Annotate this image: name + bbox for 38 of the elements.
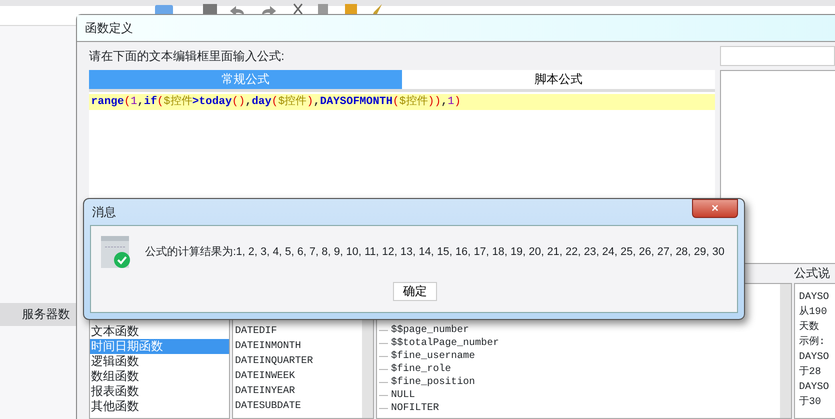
function-item[interactable]: DATEINYEAR — [233, 384, 362, 399]
variable-item[interactable]: $fine_username — [377, 350, 780, 363]
variable-item[interactable]: $$page_number — [377, 324, 780, 337]
function-item[interactable]: DATEINMONTH — [233, 339, 362, 354]
redo-icon[interactable] — [262, 6, 276, 16]
help-text: 从190 — [799, 305, 828, 320]
help-text: DAYSO — [799, 381, 830, 395]
input-field[interactable] — [720, 46, 835, 66]
help-text: DAYSO — [799, 351, 830, 365]
undo-icon[interactable] — [230, 6, 244, 16]
tab[interactable]: 脚本公式 — [402, 70, 715, 89]
category-item[interactable]: 文本函数 — [90, 324, 229, 339]
ok-button[interactable]: 确定 — [393, 282, 437, 301]
function-item[interactable]: DATESUBDATE — [233, 399, 362, 414]
category-item[interactable]: 数组函数 — [90, 369, 229, 384]
help-text: DAYSO — [799, 291, 830, 305]
help-text: 示例: — [799, 335, 826, 350]
help-text: 于30 — [799, 395, 822, 410]
function-item[interactable]: DATEDIF — [233, 324, 362, 339]
window-title: 函数定义 — [77, 15, 835, 42]
variable-item[interactable]: NULL — [377, 389, 780, 402]
variable-item[interactable]: $fine_position — [377, 376, 780, 389]
success-icon — [101, 236, 131, 268]
variable-item[interactable]: NOFILTER — [377, 402, 780, 415]
category-item[interactable]: 报表函数 — [90, 384, 229, 399]
function-item[interactable]: DATEINQUARTER — [233, 354, 362, 369]
category-item[interactable]: 其他函数 — [90, 399, 229, 414]
help-title: 公式说 — [794, 265, 831, 282]
category-item[interactable]: 逻辑函数 — [90, 354, 229, 369]
dialog-title: 消息 — [91, 204, 116, 221]
function-item[interactable]: DATEINWEEK — [233, 369, 362, 384]
variable-item[interactable]: $fine_role — [377, 363, 780, 376]
help-text: 天数 — [799, 320, 820, 335]
scrollbar[interactable] — [780, 284, 791, 418]
help-text: 于28 — [799, 365, 822, 380]
cut-icon[interactable] — [293, 3, 303, 15]
prompt-label: 请在下面的文本编辑框里面输入公式: — [89, 48, 286, 65]
variable-item[interactable]: $$totalPage_number — [377, 337, 780, 350]
